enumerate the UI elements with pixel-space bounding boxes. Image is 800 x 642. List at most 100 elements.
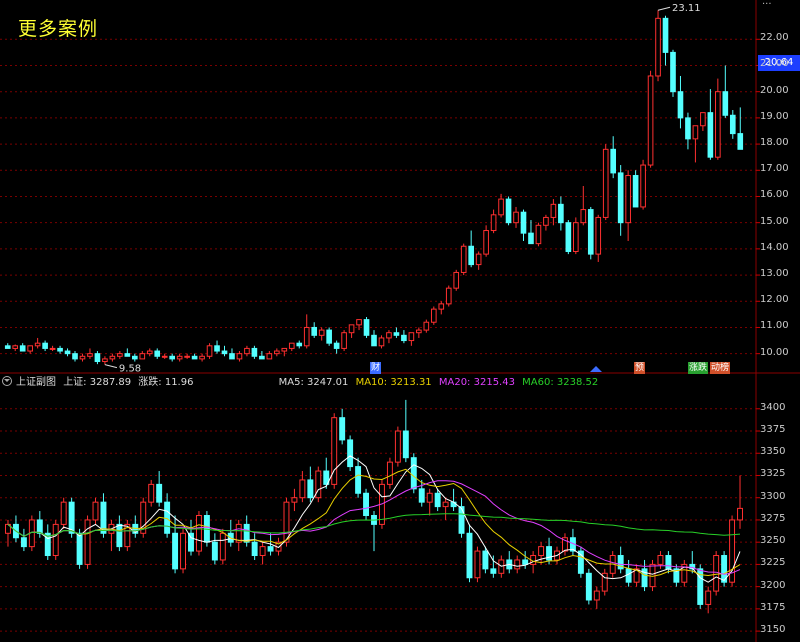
candle-body [318, 329, 325, 336]
candle-body [514, 559, 521, 570]
candle-body [593, 590, 600, 601]
candle-body [692, 125, 699, 140]
candle-body [49, 347, 56, 350]
candle-body [401, 334, 407, 342]
candle-body [434, 492, 441, 508]
ma5-label: MA5: 3247.01 [278, 377, 349, 388]
candle-body [102, 358, 108, 363]
candle-body [4, 345, 11, 349]
candle-body [426, 492, 433, 503]
candle-body [219, 532, 226, 561]
candle-body [161, 355, 168, 358]
candle-body [281, 347, 288, 352]
main-y-tick: 16.00 [760, 189, 789, 201]
sub-y-tick: 3200 [760, 579, 786, 591]
event-badge[interactable]: 预 [634, 362, 646, 374]
candle-body [244, 347, 250, 355]
candle-body [57, 347, 63, 352]
candle-body [326, 329, 332, 344]
candle-body [195, 515, 202, 552]
candle-body [206, 345, 213, 357]
candle-body [109, 355, 116, 360]
candle-body [394, 430, 401, 463]
sub-y-tick: 3325 [760, 468, 786, 480]
candle-body [416, 329, 422, 334]
candle-body [79, 355, 86, 360]
candle-body [458, 506, 465, 534]
candle-body [602, 148, 609, 218]
candle-body [386, 332, 392, 339]
sub-y-tick: 3350 [760, 446, 786, 458]
candle-body [700, 112, 706, 127]
candle-body [450, 501, 457, 508]
candle-body [625, 175, 631, 224]
candle-body [418, 488, 425, 503]
candle-body [522, 559, 529, 565]
main-y-tick: 20.00 [760, 84, 789, 96]
candle-body [625, 568, 632, 583]
candle-body [169, 355, 175, 360]
low-label-leader [104, 364, 118, 369]
candle-body [580, 209, 587, 224]
candle-body [52, 523, 59, 557]
candle-body [386, 461, 393, 485]
candle-body [188, 532, 194, 552]
candle-body [610, 148, 617, 174]
candle-body [715, 91, 721, 158]
event-badge[interactable]: 财 [370, 362, 382, 374]
candle-body [84, 519, 91, 565]
sub-y-tick: 3150 [760, 624, 786, 636]
candle-body [617, 172, 624, 224]
sub-y-tick: 3250 [760, 535, 786, 547]
candle-body [311, 326, 318, 336]
candle-body [296, 342, 303, 347]
candle-body [259, 355, 265, 360]
candle-body [430, 308, 437, 323]
candle-body [131, 355, 138, 360]
candle-body [267, 546, 274, 552]
candle-body [236, 353, 243, 360]
candle-body [640, 164, 646, 208]
candle-body [117, 353, 123, 357]
candle-body [423, 321, 430, 331]
candle-body [558, 203, 564, 224]
main-y-tick: 19.00 [760, 110, 789, 122]
candle-body [565, 222, 572, 252]
event-badge[interactable]: 动榜 [710, 362, 731, 374]
candle-body [585, 572, 592, 601]
candle-body [505, 198, 512, 224]
main-y-tick: 18.00 [760, 137, 789, 149]
collapse-icon[interactable] [2, 376, 12, 386]
candle-body [339, 417, 346, 441]
candle-body [468, 245, 474, 266]
stock-chart[interactable]: 23.11 9.58 [0, 0, 800, 642]
candle-body [221, 350, 228, 355]
candle-body [513, 211, 519, 224]
candle-body [402, 430, 409, 459]
candle-body [36, 519, 43, 534]
candle-body [438, 303, 445, 310]
candle-body [655, 17, 661, 77]
candle-body [657, 555, 664, 565]
candle-body [229, 353, 235, 360]
candle-body [408, 332, 415, 342]
event-badge[interactable]: 涨跌 [688, 362, 709, 374]
main-y-tick: 17.00 [760, 163, 789, 175]
candle-body [148, 483, 155, 503]
candle-body [453, 271, 460, 289]
candle-body [259, 546, 266, 557]
sub-y-tick: 3300 [760, 490, 786, 502]
candle-body [154, 350, 161, 357]
candle-body [72, 353, 78, 360]
main-y-tick: 13.00 [760, 268, 789, 280]
candle-body [251, 347, 258, 357]
candle-body [355, 466, 362, 494]
candle-body [333, 342, 340, 349]
candle-body [371, 334, 377, 347]
sub-y-tick: 3275 [760, 512, 786, 524]
candle-body [156, 483, 163, 503]
candle-body [124, 353, 131, 357]
candle-body [34, 342, 41, 347]
candle-body [363, 492, 370, 516]
main-y-tick: 12.00 [760, 294, 789, 306]
